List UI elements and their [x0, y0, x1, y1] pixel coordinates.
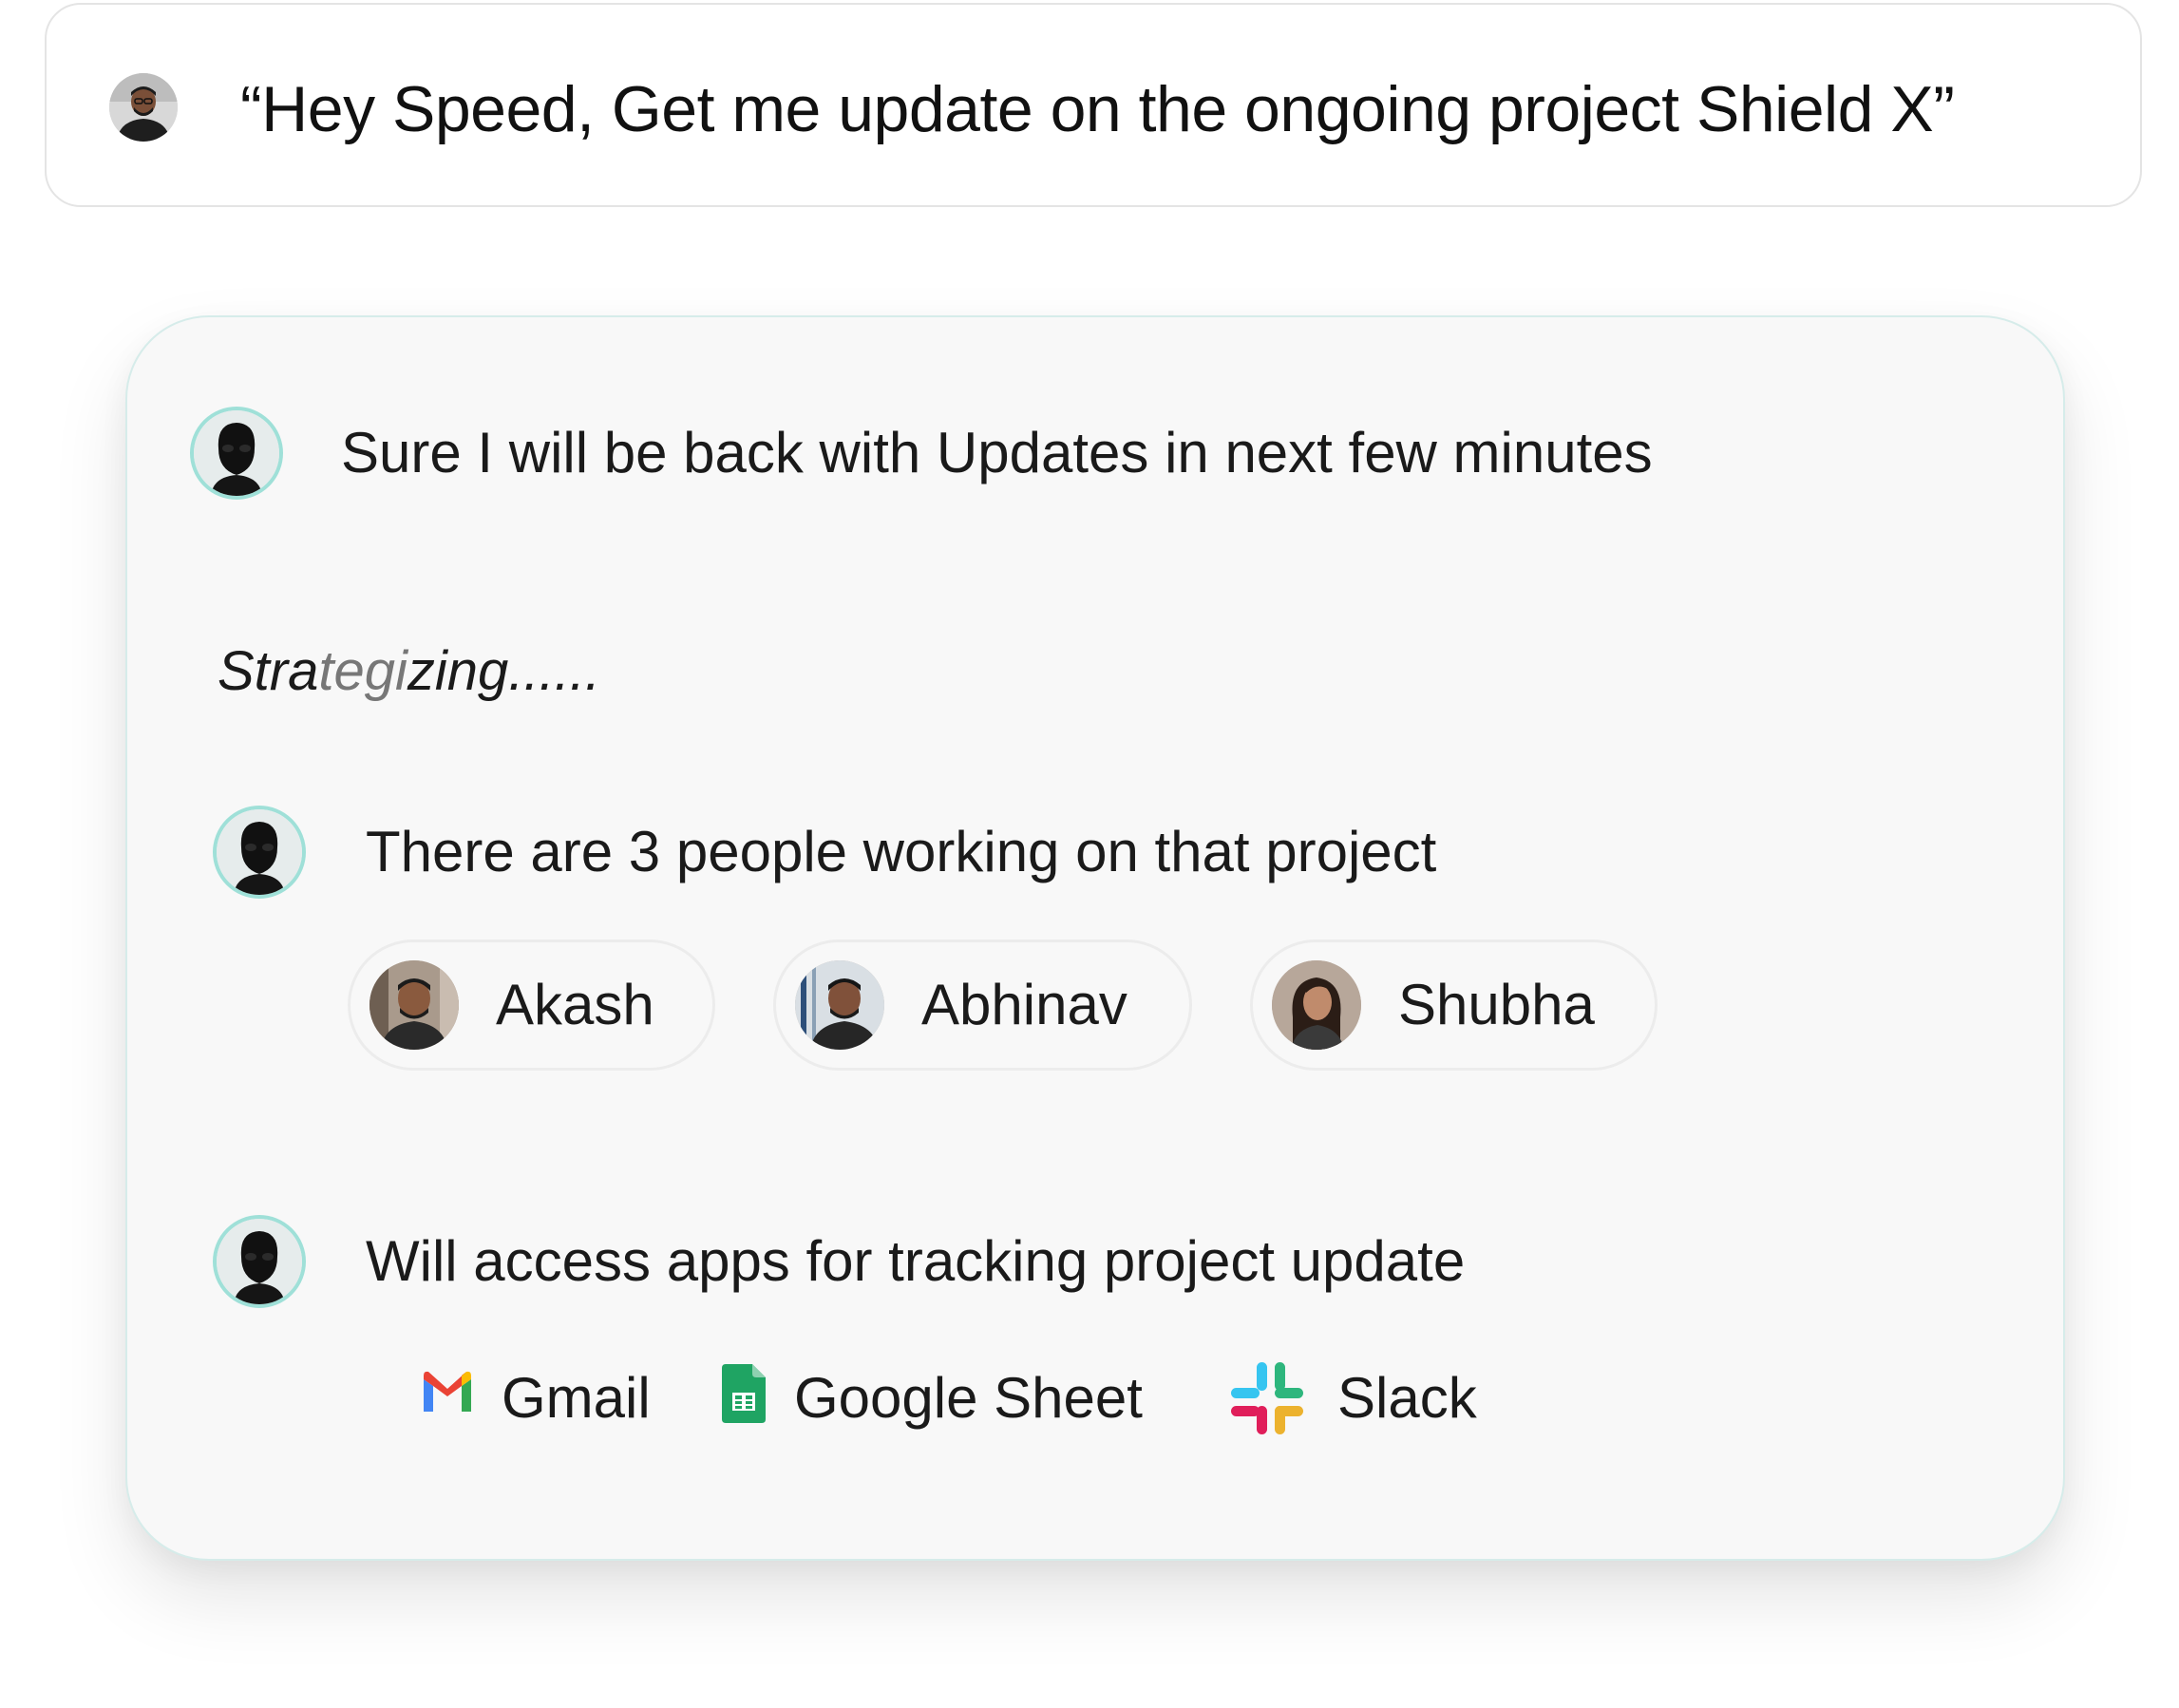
user-avatar	[109, 73, 178, 142]
agent-ack-message: Sure I will be back with Updates in next…	[341, 421, 1653, 484]
masked-bot-avatar	[190, 407, 283, 500]
app-google-sheet[interactable]: Google Sheet	[722, 1362, 1143, 1434]
person-chip-shubha[interactable]: Shubha	[1250, 939, 1658, 1071]
masked-bot-avatar	[213, 1215, 306, 1308]
person-photo-icon	[1272, 960, 1361, 1050]
app-label: Google Sheet	[794, 1366, 1143, 1430]
user-prompt-text: “Hey Speed, Get me update on the ongoing…	[240, 73, 1955, 145]
person-photo-icon	[795, 960, 884, 1050]
status-part-b: tegi	[318, 640, 407, 702]
person-avatar	[1272, 960, 1361, 1050]
person-name: Abhinav	[921, 973, 1127, 1036]
strategizing-status: Strategizing......	[218, 638, 600, 705]
person-name: Akash	[496, 973, 654, 1036]
person-chip-akash[interactable]: Akash	[348, 939, 715, 1071]
masked-bot-icon	[194, 410, 279, 496]
app-label: Gmail	[502, 1366, 651, 1430]
google-sheets-icon	[722, 1364, 766, 1423]
masked-bot-avatar	[213, 806, 306, 899]
agent-response-card: Sure I will be back with Updates in next…	[125, 315, 2065, 1561]
person-photo-icon	[369, 960, 459, 1050]
agent-apps-message: Will access apps for tracking project up…	[366, 1229, 1466, 1293]
masked-bot-icon	[217, 809, 302, 895]
person-name: Shubha	[1398, 973, 1595, 1036]
person-avatar	[795, 960, 884, 1050]
person-chip-abhinav[interactable]: Abhinav	[773, 939, 1192, 1071]
app-label: Slack	[1337, 1366, 1477, 1430]
status-part-c: zing......	[407, 640, 600, 702]
app-gmail[interactable]: Gmail	[420, 1362, 651, 1434]
person-avatar	[369, 960, 459, 1050]
app-slack[interactable]: Slack	[1229, 1362, 1495, 1434]
status-part-a: Stra	[218, 640, 319, 702]
user-prompt-bar: “Hey Speed, Get me update on the ongoing…	[45, 3, 2142, 207]
user-avatar-icon	[109, 73, 178, 142]
slack-icon	[1231, 1362, 1303, 1434]
agent-people-message: There are 3 people working on that proje…	[366, 820, 1437, 883]
masked-bot-icon	[217, 1219, 302, 1304]
gmail-icon	[424, 1371, 471, 1412]
